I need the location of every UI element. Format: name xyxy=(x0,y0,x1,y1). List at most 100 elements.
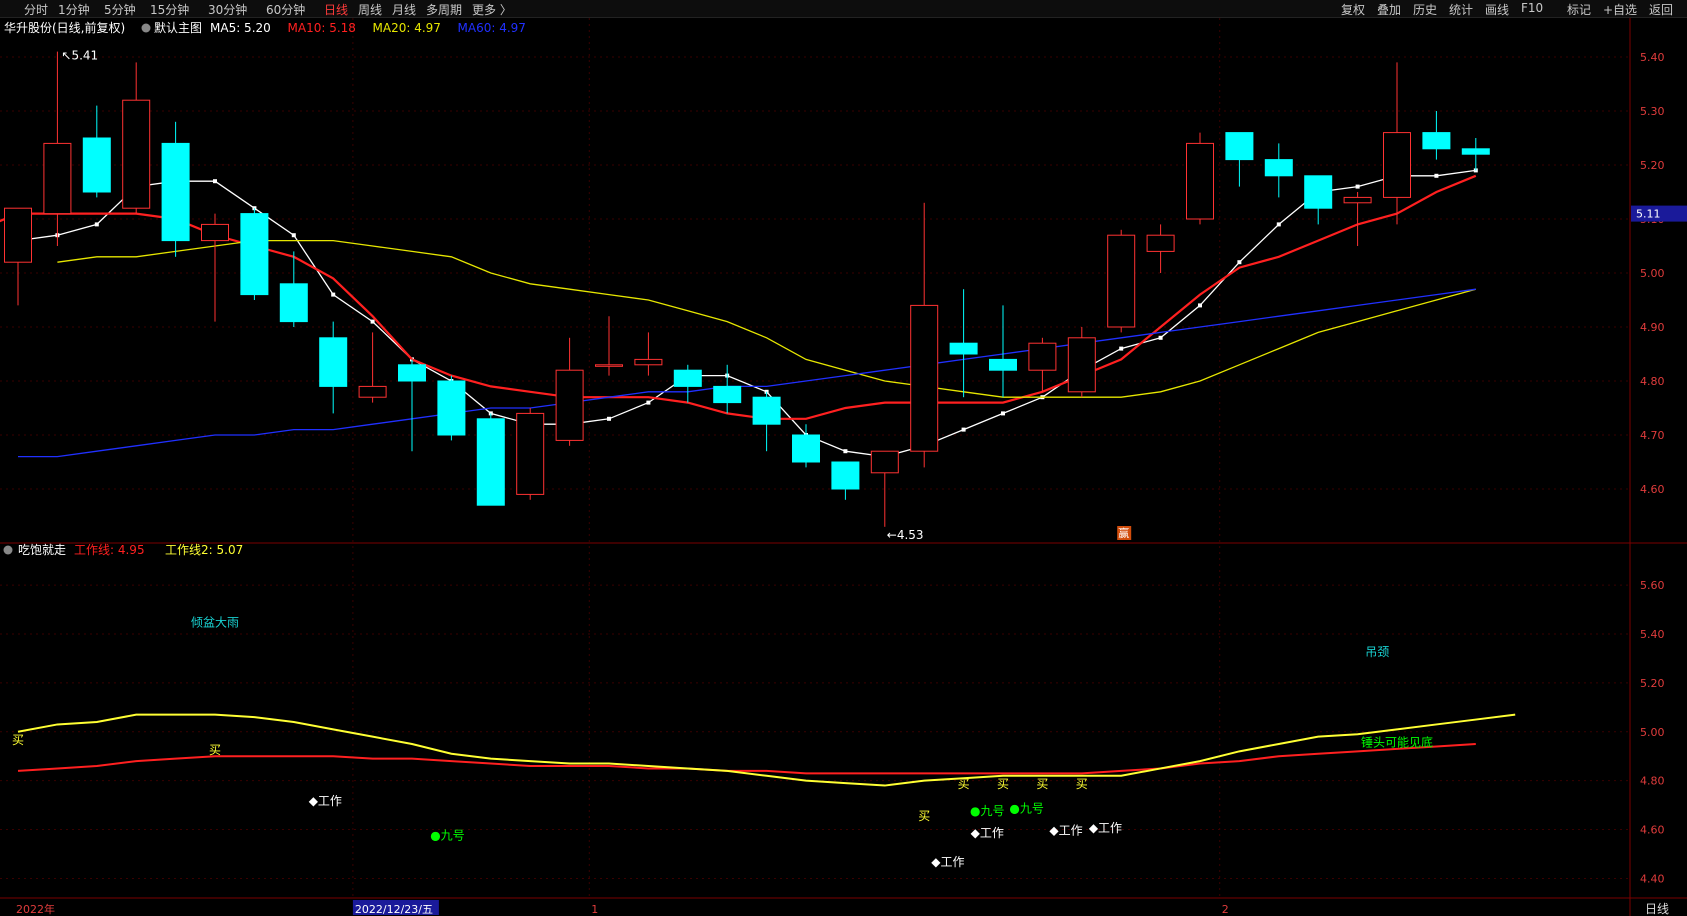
candle-body xyxy=(516,412,545,495)
period-tab-10[interactable]: 更多 〉 xyxy=(472,1,512,18)
main-title: 华升股份(日线,前复权) xyxy=(4,20,125,35)
ma5-marker xyxy=(1355,184,1360,189)
candle-body xyxy=(1107,234,1136,328)
signal-10: ●九号 xyxy=(970,804,1004,818)
candle-body xyxy=(910,304,939,452)
signal-4: ●九号 xyxy=(430,828,464,842)
candle-body xyxy=(870,450,899,474)
period-tab-7[interactable]: 周线 xyxy=(358,1,382,18)
ma5-marker xyxy=(1237,260,1242,265)
candle-body xyxy=(1304,175,1333,209)
ma5-marker xyxy=(1119,346,1124,351)
candle-body xyxy=(437,380,466,436)
candle-27 xyxy=(1067,327,1096,398)
candle-body xyxy=(82,137,111,193)
candle-body xyxy=(1186,142,1214,220)
tool-button-6[interactable]: 历史 xyxy=(1413,1,1437,18)
tool-button-8[interactable]: 复权 xyxy=(1341,1,1365,18)
main-y-tick-0: 4.60 xyxy=(1640,483,1665,496)
candle-body xyxy=(1383,132,1411,198)
tool-button-7[interactable]: 叠加 xyxy=(1377,1,1401,18)
signal-2: 买 xyxy=(209,743,221,757)
candle-body xyxy=(4,207,32,263)
period-tab-4[interactable]: 30分钟 xyxy=(208,1,247,18)
high-price-label: ↖5.41 xyxy=(61,49,98,63)
signal-16: 吊颈 xyxy=(1365,645,1389,659)
tool-button-5[interactable]: 统计 xyxy=(1449,1,1473,18)
candle-body xyxy=(634,358,663,366)
ma5-marker xyxy=(843,449,848,454)
ma5-marker xyxy=(961,427,966,432)
sub-y-tick-1: 4.60 xyxy=(1640,824,1665,837)
candle-body xyxy=(161,142,190,242)
sub-y-tick-2: 4.80 xyxy=(1640,775,1665,788)
main-y-tick-2: 4.80 xyxy=(1640,375,1665,388)
x-tick-1: 2022/12/23/五 xyxy=(355,903,433,916)
period-tab-0[interactable]: 分时 xyxy=(24,1,48,18)
main-legend-2: MA20: 4.97 xyxy=(373,21,441,35)
period-tab-5[interactable]: 60分钟 xyxy=(266,1,305,18)
candle-body xyxy=(752,396,781,425)
period-tab-2[interactable]: 5分钟 xyxy=(104,1,136,18)
candle-13 xyxy=(516,408,545,500)
period-toolbar: 分时 1分钟 5分钟 15分钟 30分钟 60分钟 日线 周线 月线 多周期 更多 〉 返回 +自选 标记… xyxy=(0,0,1687,18)
sub-y-tick-4: 5.20 xyxy=(1640,677,1665,690)
ma5-marker xyxy=(1158,335,1163,340)
candle-body xyxy=(1422,132,1451,150)
signal-15: ◆工作 xyxy=(1089,821,1122,835)
signal-7: 买 xyxy=(997,777,1009,791)
ma5-marker xyxy=(331,292,336,297)
candle-body xyxy=(122,99,151,209)
sub-toggle-icon xyxy=(3,545,13,555)
main-legend-3: MA60: 4.97 xyxy=(458,21,526,35)
sub-y-tick-0: 4.40 xyxy=(1640,872,1665,885)
tool-button-3[interactable]: F10 xyxy=(1521,1,1543,15)
candle-body xyxy=(43,142,72,215)
period-tab-9[interactable]: 多周期 xyxy=(426,1,462,18)
x-tick-3: 2 xyxy=(1222,903,1229,916)
period-label: 日线 xyxy=(1645,902,1669,916)
sub-y-tick-3: 5.00 xyxy=(1640,726,1665,739)
ma5-marker xyxy=(370,319,375,324)
ma5-marker xyxy=(646,400,651,405)
period-tab-6[interactable]: 日线 xyxy=(324,1,348,18)
candle-30 xyxy=(1186,132,1214,225)
candle-body xyxy=(1461,148,1490,155)
candle-body xyxy=(319,337,348,387)
ma5-marker xyxy=(1001,411,1005,416)
signal-8: 买 xyxy=(1036,777,1048,791)
candle-body xyxy=(1264,159,1293,177)
signal-9: 买 xyxy=(1076,777,1088,791)
signal-14: ◆工作 xyxy=(1049,823,1082,837)
period-tab-1[interactable]: 1分钟 xyxy=(58,1,90,18)
x-tick-0: 2022年 xyxy=(16,902,55,916)
ma5-marker xyxy=(1198,303,1202,308)
sub-y-tick-5: 5.40 xyxy=(1640,628,1665,641)
signal-6: 买 xyxy=(918,809,930,823)
candle-12 xyxy=(476,413,505,506)
candle-body xyxy=(555,369,584,441)
special-marker: 赢 xyxy=(1118,526,1129,540)
signal-17: 锤头可能见底 xyxy=(1361,734,1433,749)
tool-button-0[interactable]: 返回 xyxy=(1649,1,1673,18)
candle-body xyxy=(949,342,978,355)
tool-button-1[interactable]: +自选 xyxy=(1603,1,1637,18)
candle-body xyxy=(595,364,623,367)
sub-y-tick-6: 5.60 xyxy=(1640,579,1665,592)
stock-chart: ↖5.41←4.53 赢 倾盆大雨买买◆工作●九号买买买买买●九号 ●九号◆工作◆工… xyxy=(0,18,1687,916)
candle-body xyxy=(713,385,742,404)
tool-button-2[interactable]: 标记 xyxy=(1567,1,1591,18)
signal-3: ◆工作 xyxy=(309,794,342,808)
tool-button-4[interactable]: 画线 xyxy=(1485,1,1509,18)
sub-legend-1: 工作线2: 5.07 xyxy=(165,543,243,557)
period-tab-8[interactable]: 月线 xyxy=(392,1,416,18)
candle-body xyxy=(1343,196,1372,204)
x-tick-2: 1 xyxy=(591,903,598,916)
candle-28 xyxy=(1107,229,1136,333)
candle-body xyxy=(1028,342,1057,371)
ma5-marker xyxy=(607,416,611,421)
candle-body xyxy=(831,461,860,490)
candle-body xyxy=(1146,234,1175,252)
ma5-marker xyxy=(213,179,217,184)
period-tab-3[interactable]: 15分钟 xyxy=(150,1,189,18)
